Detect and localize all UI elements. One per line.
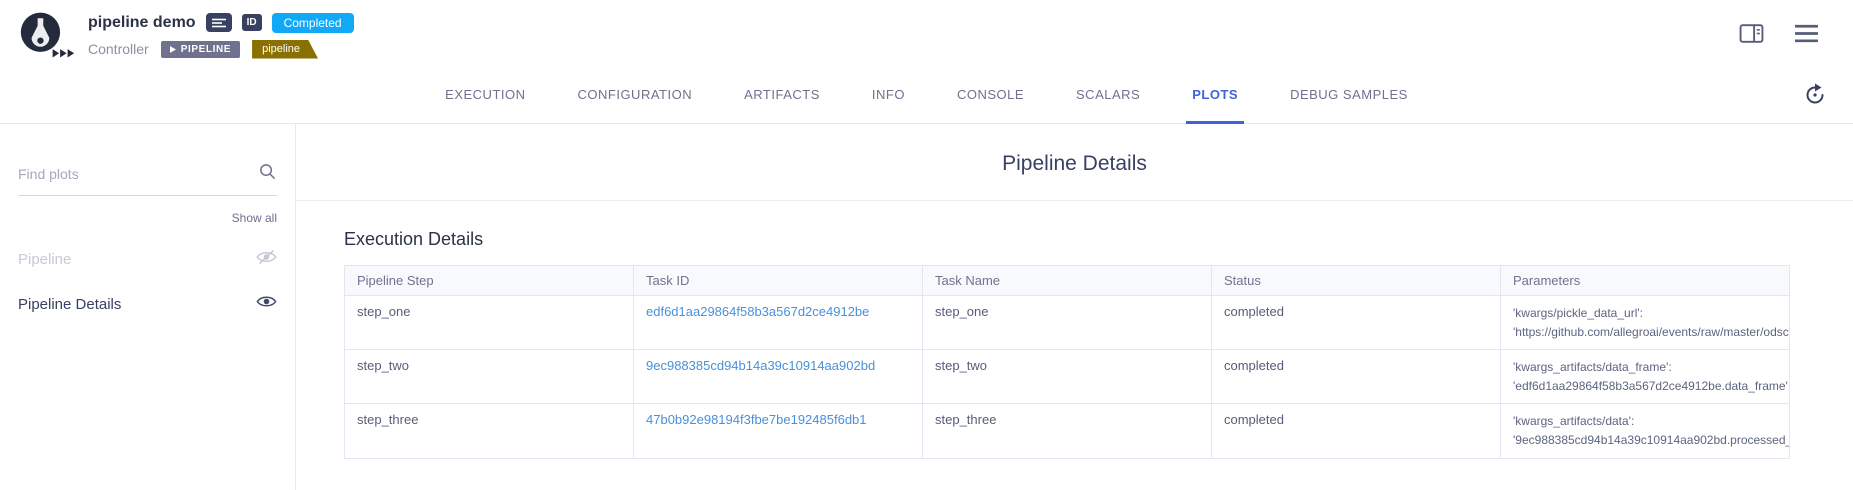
cell-pipeline-step: step_two	[345, 350, 634, 404]
parameter-key: 'kwargs_artifacts/data':	[1513, 412, 1777, 431]
sidebar-item-label: Pipeline	[18, 251, 71, 268]
details-panel-icon[interactable]	[1739, 23, 1764, 44]
tab-configuration[interactable]: CONFIGURATION	[572, 67, 699, 124]
cell-status: completed	[1212, 404, 1501, 458]
table-row: step_two 9ec988385cd94b14a39c10914aa902b…	[345, 350, 1790, 404]
col-task-id: Task ID	[634, 266, 923, 296]
tab-info[interactable]: INFO	[866, 67, 911, 124]
tab-debug-samples[interactable]: DEBUG SAMPLES	[1284, 67, 1414, 124]
controller-subtitle: Controller	[88, 41, 149, 57]
content-area: Show all Pipeline Pipeline Details	[0, 124, 1853, 490]
parameter-value: 'https://github.com/allegroai/events/raw…	[1513, 323, 1777, 342]
parameter-value: '9ec988385cd94b14a39c10914aa902bd.proces…	[1513, 431, 1777, 450]
play-triangle-icon	[170, 46, 176, 53]
parameter-key: 'kwargs/pickle_data_url':	[1513, 304, 1777, 323]
plots-sidebar: Show all Pipeline Pipeline Details	[0, 124, 296, 490]
task-id-link[interactable]: edf6d1aa29864f58b3a567d2ce4912be	[646, 304, 869, 319]
app-header: pipeline demo ID Completed Controller PI…	[0, 0, 1853, 67]
col-task-name: Task Name	[923, 266, 1212, 296]
experiment-title: pipeline demo	[88, 14, 196, 32]
execution-details-section: Execution Details Pipeline Step Task ID …	[296, 201, 1853, 459]
tab-console[interactable]: CONSOLE	[951, 67, 1030, 124]
eye-off-icon[interactable]	[256, 249, 277, 270]
cell-status: completed	[1212, 296, 1501, 350]
cell-task-name: step_two	[923, 350, 1212, 404]
tab-scalars[interactable]: SCALARS	[1070, 67, 1146, 124]
status-badge: Completed	[272, 13, 354, 33]
user-tag-pipeline: pipeline	[252, 40, 318, 59]
hamburger-menu-icon[interactable]	[1794, 24, 1819, 43]
cell-status: completed	[1212, 350, 1501, 404]
tab-bar: EXECUTION CONFIGURATION ARTIFACTS INFO C…	[0, 67, 1853, 124]
sidebar-item-pipeline[interactable]: Pipeline	[18, 249, 277, 270]
system-tag-pipeline: PIPELINE	[161, 41, 240, 58]
table-header-row: Pipeline Step Task ID Task Name Status P…	[345, 266, 1790, 296]
cell-pipeline-step: step_three	[345, 404, 634, 458]
refresh-icon[interactable]	[1803, 83, 1827, 112]
find-plots-input[interactable]	[18, 166, 258, 182]
tab-artifacts[interactable]: ARTIFACTS	[738, 67, 826, 124]
col-parameters: Parameters	[1501, 266, 1790, 296]
plot-search-row	[18, 162, 277, 196]
task-id-link[interactable]: 9ec988385cd94b14a39c10914aa902bd	[646, 358, 875, 373]
tab-execution[interactable]: EXECUTION	[439, 67, 531, 124]
show-all-link[interactable]: Show all	[18, 211, 277, 225]
plot-title: Pipeline Details	[296, 152, 1853, 176]
task-id-link[interactable]: 47b0b92e98194f3fbe7be192485f6db1	[646, 412, 867, 427]
cell-task-name: step_one	[923, 296, 1212, 350]
col-status: Status	[1212, 266, 1501, 296]
clearml-logo-icon[interactable]	[18, 9, 76, 63]
cell-pipeline-step: step_one	[345, 296, 634, 350]
execution-details-table: Pipeline Step Task ID Task Name Status P…	[344, 265, 1790, 459]
tab-plots[interactable]: PLOTS	[1186, 67, 1244, 124]
cell-task-name: step_three	[923, 404, 1212, 458]
task-id-badge[interactable]: ID	[242, 14, 262, 31]
parameter-key: 'kwargs_artifacts/data_frame':	[1513, 358, 1777, 377]
eye-icon[interactable]	[256, 294, 277, 314]
system-tag-label: PIPELINE	[181, 44, 231, 55]
plot-main-area: Pipeline Details Execution Details Pipel…	[296, 124, 1853, 490]
sidebar-item-label: Pipeline Details	[18, 296, 121, 313]
console-output-icon[interactable]	[206, 13, 232, 32]
search-icon	[258, 162, 277, 186]
table-row: step_one edf6d1aa29864f58b3a567d2ce4912b…	[345, 296, 1790, 350]
table-row: step_three 47b0b92e98194f3fbe7be192485f6…	[345, 404, 1790, 458]
cell-parameters: 'kwargs_artifacts/data': '9ec988385cd94b…	[1501, 404, 1790, 458]
cell-parameters: 'kwargs_artifacts/data_frame': 'edf6d1aa…	[1501, 350, 1790, 404]
sidebar-item-pipeline-details[interactable]: Pipeline Details	[18, 294, 277, 314]
cell-parameters: 'kwargs/pickle_data_url': 'https://githu…	[1501, 296, 1790, 350]
section-title: Execution Details	[344, 229, 1853, 250]
parameter-value: 'edf6d1aa29864f58b3a567d2ce4912be.data_f…	[1513, 377, 1777, 396]
col-pipeline-step: Pipeline Step	[345, 266, 634, 296]
